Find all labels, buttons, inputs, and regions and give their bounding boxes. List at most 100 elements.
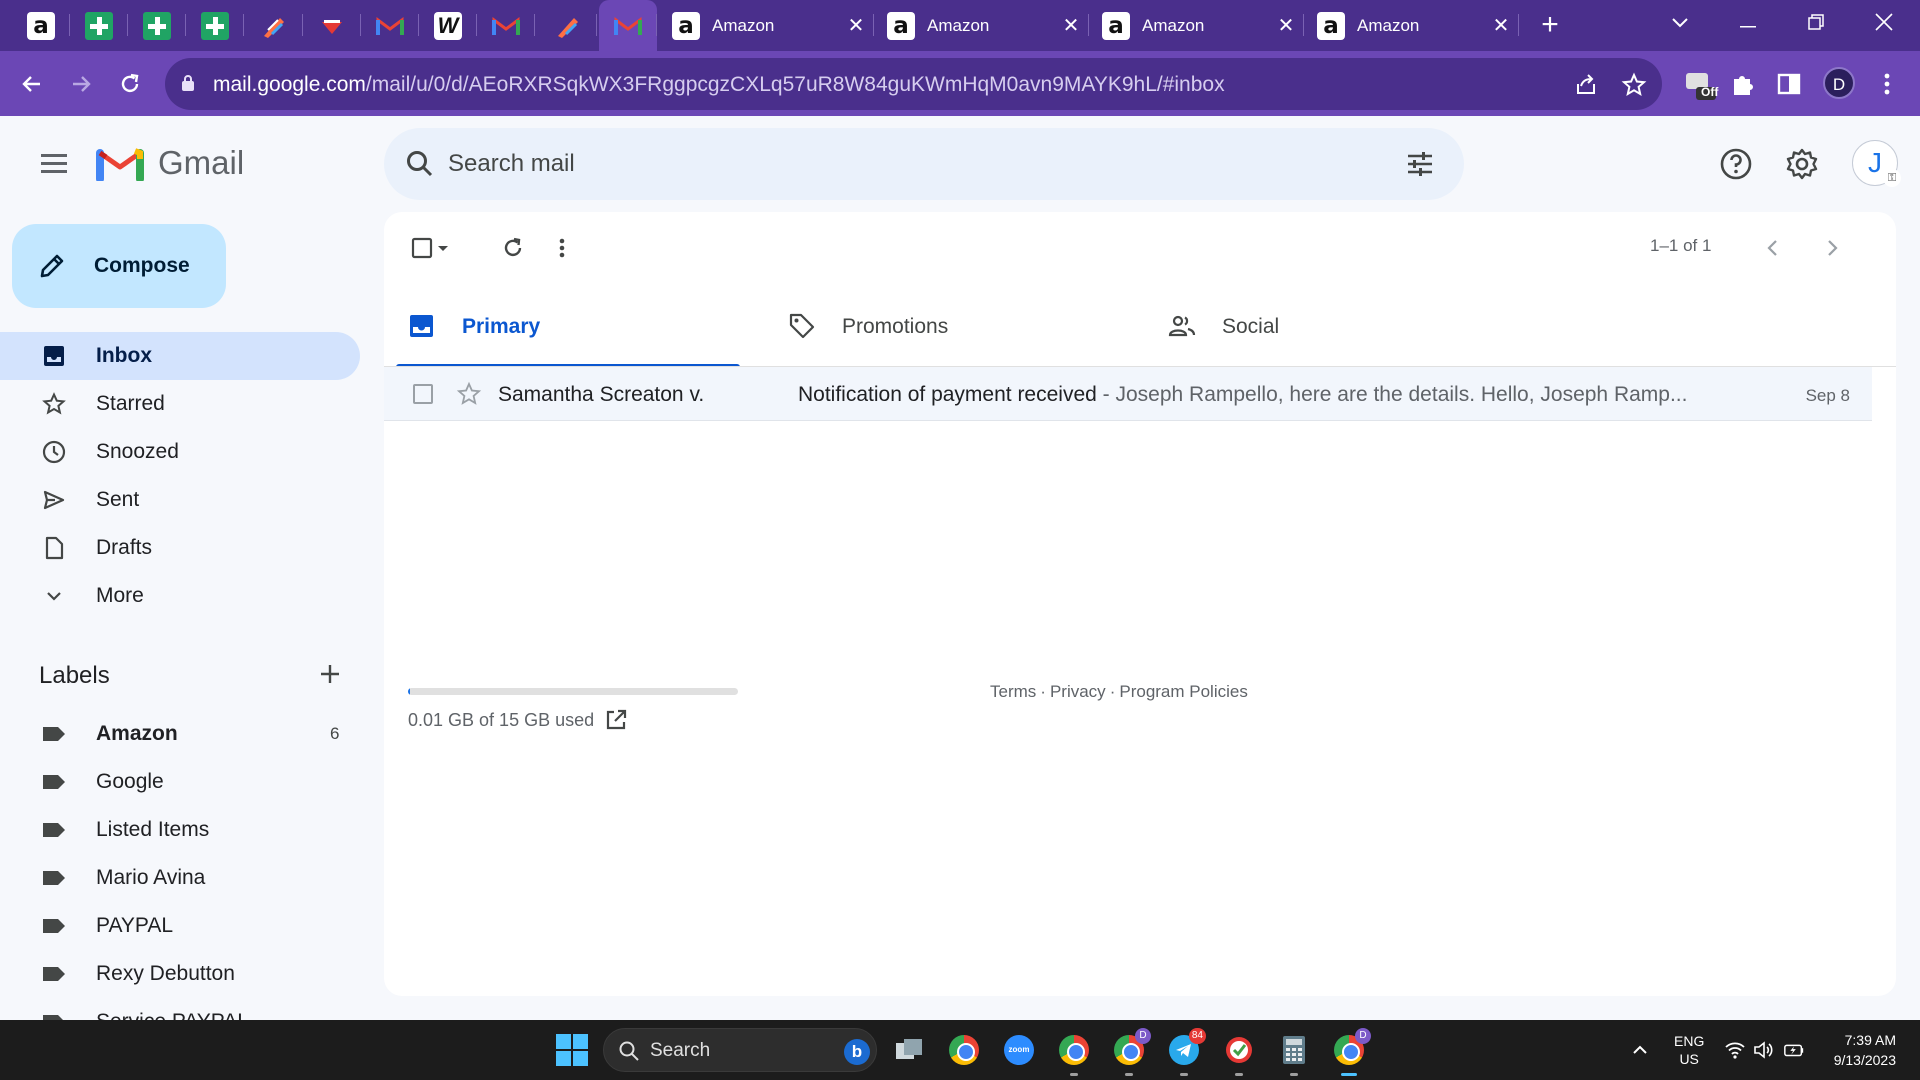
tab-search-chevron-icon[interactable] bbox=[1652, 0, 1708, 46]
reload-button[interactable] bbox=[110, 64, 150, 104]
pinned-tab-pen-tool[interactable] bbox=[539, 0, 597, 51]
close-tab-icon[interactable]: ✕ bbox=[1053, 13, 1089, 38]
label-item[interactable]: PAYPAL bbox=[0, 902, 360, 950]
search-bar[interactable] bbox=[384, 128, 1464, 200]
account-avatar[interactable]: J ⚿ bbox=[1852, 140, 1901, 187]
pinned-tab-gmail-active[interactable] bbox=[599, 0, 657, 51]
extensions-button[interactable] bbox=[1724, 65, 1762, 103]
label-item[interactable]: Google bbox=[0, 758, 360, 806]
label-name: PAYPAL bbox=[96, 914, 174, 937]
new-tab-button[interactable]: + bbox=[1533, 8, 1567, 42]
terms-link[interactable]: Terms bbox=[990, 682, 1036, 701]
external-link-icon[interactable] bbox=[604, 708, 628, 732]
nav-item-more[interactable]: More bbox=[0, 572, 360, 620]
label-name: Google bbox=[96, 770, 164, 793]
pinned-tab-sheets[interactable] bbox=[186, 0, 244, 51]
pinned-tab-sheets[interactable] bbox=[128, 0, 186, 51]
pinned-tab-brand[interactable] bbox=[303, 0, 361, 51]
label-count: 6 bbox=[330, 724, 340, 743]
tab-promotions[interactable]: Promotions bbox=[764, 282, 1120, 368]
taskbar-chrome-profile-d[interactable]: D bbox=[1109, 1028, 1151, 1076]
refresh-icon[interactable] bbox=[498, 233, 528, 263]
pinned-tab-gmail[interactable] bbox=[361, 0, 419, 51]
windows-taskbar: Search b zoom D 84 D ENG US 7:39 AM 9/13… bbox=[0, 1020, 1920, 1080]
extension-off-button[interactable]: Off bbox=[1680, 65, 1718, 103]
address-bar[interactable]: mail.google.com/mail/u/0/d/AEoRXRSqkWX3F… bbox=[165, 58, 1662, 110]
nav-item-inbox[interactable]: Inbox bbox=[0, 332, 360, 380]
pinned-tab-w-app[interactable]: W bbox=[419, 0, 477, 51]
bing-icon[interactable]: b bbox=[844, 1039, 870, 1065]
taskbar-search-box[interactable]: Search b bbox=[603, 1028, 877, 1072]
wifi-icon[interactable] bbox=[1724, 1040, 1746, 1060]
label-item[interactable]: Amazon 6 bbox=[0, 710, 360, 758]
windows-start-button[interactable] bbox=[556, 1034, 588, 1066]
search-input[interactable] bbox=[448, 146, 1348, 182]
browser-tab[interactable]: a Amazon ✕ bbox=[875, 0, 1089, 51]
compose-button[interactable]: Compose bbox=[12, 224, 226, 308]
tab-social[interactable]: Social bbox=[1144, 282, 1500, 368]
chevron-right-icon[interactable] bbox=[1817, 233, 1847, 263]
back-button[interactable] bbox=[12, 64, 52, 104]
storage-usage-text: 0.01 GB of 15 GB used bbox=[408, 710, 595, 730]
footer-separator: · bbox=[1040, 682, 1046, 701]
label-item[interactable]: Listed Items bbox=[0, 806, 360, 854]
browser-menu-button[interactable] bbox=[1868, 65, 1906, 103]
nav-item-starred[interactable]: Starred bbox=[0, 380, 360, 428]
battery-charging-icon[interactable] bbox=[1783, 1040, 1805, 1060]
share-icon[interactable] bbox=[1573, 72, 1599, 98]
taskbar-calculator[interactable] bbox=[1274, 1030, 1314, 1076]
nav-item-snoozed[interactable]: Snoozed bbox=[0, 428, 360, 476]
search-icon[interactable] bbox=[404, 148, 436, 180]
side-panel-button[interactable] bbox=[1770, 65, 1808, 103]
clock[interactable]: 7:39 AM 9/13/2023 bbox=[1820, 1030, 1896, 1070]
taskbar-chrome-active[interactable]: D bbox=[1329, 1028, 1371, 1076]
taskbar-telegram[interactable]: 84 bbox=[1164, 1028, 1206, 1076]
main-menu-button[interactable] bbox=[34, 143, 74, 183]
url-text[interactable]: mail.google.com/mail/u/0/d/AEoRXRSqkWX3F… bbox=[213, 73, 1225, 97]
taskbar-checkmark-app[interactable] bbox=[1219, 1030, 1259, 1076]
program-policies-link[interactable]: Program Policies bbox=[1119, 682, 1248, 701]
taskbar-task-view[interactable] bbox=[889, 1030, 929, 1070]
pinned-tab-sheets[interactable] bbox=[70, 0, 128, 51]
browser-tab[interactable]: a Amazon ✕ bbox=[1305, 0, 1519, 51]
close-window-button[interactable] bbox=[1856, 0, 1912, 46]
nav-item-drafts[interactable]: Drafts bbox=[0, 524, 360, 572]
taskbar-chrome-profile[interactable] bbox=[1054, 1030, 1094, 1076]
restore-button[interactable] bbox=[1788, 0, 1844, 46]
star-icon[interactable] bbox=[456, 381, 482, 407]
create-label-button[interactable] bbox=[318, 662, 342, 692]
help-icon[interactable] bbox=[1718, 146, 1754, 182]
taskbar-zoom[interactable]: zoom bbox=[999, 1030, 1039, 1070]
label-item[interactable]: Rexy Debutton bbox=[0, 950, 360, 998]
pinned-tab-amazon[interactable]: a bbox=[12, 0, 70, 51]
language-indicator[interactable]: ENG US bbox=[1674, 1032, 1704, 1068]
close-tab-icon[interactable]: ✕ bbox=[838, 13, 874, 38]
compose-label: Compose bbox=[94, 254, 190, 277]
label-item[interactable]: Mario Avina bbox=[0, 854, 360, 902]
email-row[interactable]: Samantha Screaton v. Notification of pay… bbox=[384, 367, 1872, 421]
select-all-checkbox[interactable] bbox=[408, 233, 458, 263]
browser-tab[interactable]: a Amazon ✕ bbox=[1090, 0, 1304, 51]
bookmark-star-icon[interactable] bbox=[1621, 72, 1647, 98]
chevron-up-icon[interactable] bbox=[1629, 1040, 1651, 1060]
settings-gear-icon[interactable] bbox=[1784, 146, 1820, 182]
forward-button[interactable] bbox=[61, 64, 101, 104]
minimize-button[interactable] bbox=[1720, 0, 1776, 46]
pinned-tab-gmail[interactable] bbox=[477, 0, 535, 51]
search-options-icon[interactable] bbox=[1404, 148, 1436, 180]
nav-item-sent[interactable]: Sent bbox=[0, 476, 360, 524]
more-vert-icon[interactable] bbox=[547, 233, 577, 263]
volume-icon[interactable] bbox=[1752, 1040, 1774, 1060]
browser-profile-avatar[interactable]: D bbox=[1823, 67, 1855, 99]
tab-primary[interactable]: Primary bbox=[384, 282, 740, 368]
close-tab-icon[interactable]: ✕ bbox=[1483, 13, 1519, 38]
taskbar-chrome[interactable] bbox=[944, 1030, 984, 1070]
browser-tab[interactable]: a Amazon ✕ bbox=[660, 0, 874, 51]
privacy-link[interactable]: Privacy bbox=[1050, 682, 1106, 701]
email-snippet: - Joseph Rampello, here are the details.… bbox=[1096, 383, 1688, 406]
email-checkbox[interactable] bbox=[413, 384, 433, 404]
chevron-left-icon[interactable] bbox=[1758, 233, 1788, 263]
pinned-tab-pen-tool[interactable] bbox=[245, 0, 303, 51]
close-tab-icon[interactable]: ✕ bbox=[1268, 13, 1304, 38]
lock-icon[interactable] bbox=[181, 74, 195, 92]
